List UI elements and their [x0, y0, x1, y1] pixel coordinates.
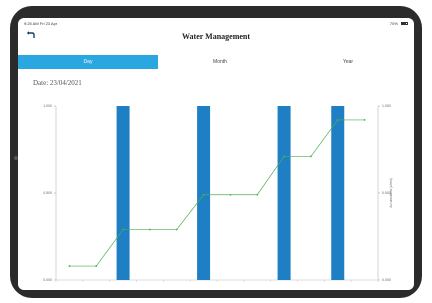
- battery-percent: 70%: [389, 21, 398, 26]
- status-time: 9:25 AM Fri 23 Apr: [24, 21, 58, 26]
- chart-plot-area: 0.000 0.0000.500 0.5001.000 1.000Accumulate…: [43, 104, 393, 282]
- usage-bar: [116, 106, 130, 280]
- water-usage-chart: 0.000 0.0000.500 0.5001.000 1.000Accumulate…: [43, 104, 393, 282]
- accumulated-line: [69, 119, 365, 267]
- accumulated-point: [175, 228, 178, 231]
- accumulated-point: [363, 119, 366, 121]
- app-screen: 9:25 AM Fri 23 Apr 70% Water Management …: [18, 18, 414, 290]
- accumulated-point: [202, 193, 205, 196]
- title-bar: Water Management: [18, 28, 414, 52]
- y-axis-label-right: Accumulated (L/min): [389, 178, 393, 207]
- y-tick-label-right: 1.000: [382, 104, 391, 108]
- y-tick-label-left: 1.000: [43, 104, 52, 108]
- accumulated-point: [256, 193, 259, 196]
- usage-bar: [331, 106, 345, 280]
- status-battery: 70%: [390, 21, 408, 26]
- y-tick-label-left: 0.500: [43, 191, 52, 195]
- accumulated-point: [310, 155, 312, 158]
- usage-bar: [277, 106, 291, 280]
- period-tabs: Day Month Year: [18, 55, 414, 69]
- tab-year[interactable]: Year: [282, 55, 414, 69]
- accumulated-point: [149, 228, 151, 231]
- tab-month[interactable]: Month: [158, 55, 282, 69]
- accumulated-point: [68, 265, 71, 267]
- y-tick-label-left: 0.000: [43, 278, 52, 282]
- accumulated-point: [122, 228, 124, 231]
- y-tick-label-right: 0.000: [382, 278, 391, 282]
- accumulated-point: [336, 119, 339, 121]
- date-label: Date: 23/04/2021: [33, 79, 82, 87]
- status-bar: 9:25 AM Fri 23 Apr 70%: [18, 18, 414, 28]
- accumulated-point: [229, 193, 232, 196]
- page-title: Water Management: [181, 32, 251, 41]
- battery-icon: [401, 22, 408, 26]
- accumulated-point: [283, 155, 285, 158]
- tab-day[interactable]: Day: [18, 55, 158, 69]
- accumulated-point: [95, 265, 98, 267]
- usage-bar: [197, 106, 211, 280]
